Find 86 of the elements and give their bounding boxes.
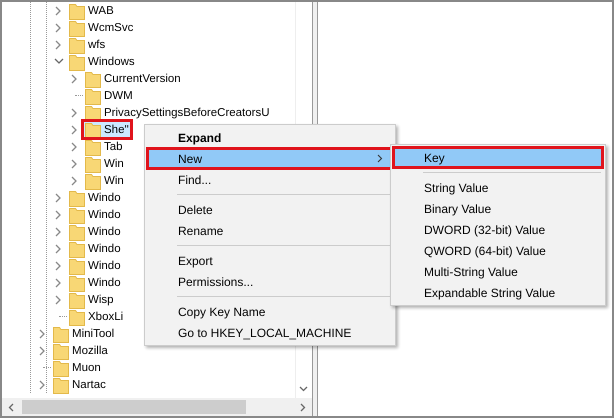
tree-item[interactable]: DWM [83, 87, 135, 104]
folder-icon [85, 154, 101, 172]
menu-item[interactable]: Multi-String Value [393, 261, 603, 282]
menu-item[interactable]: Binary Value [393, 198, 603, 219]
tree-item[interactable]: Win [83, 172, 126, 189]
scroll-left-icon[interactable] [8, 402, 14, 412]
chevron-right-icon[interactable] [55, 294, 62, 304]
menu-item[interactable]: Delete [147, 199, 393, 220]
tree-item[interactable]: Tab [83, 138, 125, 155]
tree-item[interactable]: She'' [83, 121, 131, 138]
chevron-right-icon[interactable] [55, 192, 62, 202]
menu-item[interactable]: Export [147, 250, 393, 271]
menu-item[interactable]: Permissions... [147, 271, 393, 292]
chevron-right-icon[interactable] [55, 40, 62, 50]
folder-icon [69, 256, 85, 274]
chevron-right-icon[interactable] [55, 22, 62, 32]
menu-item[interactable]: Key [393, 147, 603, 168]
menu-item[interactable]: Go to HKEY_LOCAL_MACHINE [147, 322, 393, 343]
tree-item[interactable]: XboxLi [67, 308, 126, 325]
menu-item[interactable]: Expandable String Value [393, 282, 603, 303]
folder-icon [85, 70, 101, 88]
tree-item[interactable]: Muon [51, 359, 103, 376]
menu-item[interactable]: DWORD (32-bit) Value [393, 219, 603, 240]
chevron-right-icon[interactable] [71, 142, 78, 152]
chevron-right-icon [377, 154, 383, 163]
folder-icon [69, 188, 85, 206]
folder-icon [85, 172, 101, 190]
chevron-right-icon[interactable] [55, 244, 62, 254]
chevron-down-icon[interactable] [54, 58, 64, 65]
folder-icon [69, 36, 85, 54]
folder-icon [69, 206, 85, 224]
menu-item[interactable]: Rename [147, 220, 393, 241]
folder-icon [69, 52, 85, 70]
chevron-right-icon[interactable] [39, 380, 46, 390]
folder-icon [53, 358, 69, 376]
tree-item[interactable]: Windo [67, 189, 123, 206]
chevron-right-icon[interactable] [71, 124, 78, 134]
tree-item[interactable]: Windo [67, 257, 123, 274]
tree-item[interactable]: Win [83, 155, 126, 172]
folder-icon [69, 2, 85, 20]
menu-item[interactable]: Expand [147, 127, 393, 148]
tree-item[interactable]: Windo [67, 206, 123, 223]
scroll-right-icon[interactable] [300, 402, 306, 412]
folder-icon [69, 290, 85, 308]
chevron-right-icon[interactable] [55, 278, 62, 288]
tree-item[interactable]: CurrentVersion [83, 70, 183, 87]
chevron-right-icon[interactable] [55, 260, 62, 270]
folder-icon [69, 308, 85, 326]
tree-item[interactable]: Windo [67, 223, 123, 240]
folder-icon [53, 376, 69, 394]
menu-item[interactable]: Find... [147, 169, 393, 190]
chevron-right-icon[interactable] [39, 346, 46, 356]
tree-item[interactable]: Mozilla [51, 342, 110, 359]
scroll-down-icon[interactable] [299, 386, 308, 392]
folder-icon [53, 342, 69, 360]
chevron-right-icon[interactable] [55, 226, 62, 236]
chevron-right-icon[interactable] [71, 158, 78, 168]
folder-icon [69, 240, 85, 258]
tree-item[interactable]: WAB [67, 2, 116, 19]
folder-icon [85, 120, 101, 138]
tree-item[interactable]: Windo [67, 240, 123, 257]
menu-item[interactable]: QWORD (64-bit) Value [393, 240, 603, 261]
chevron-right-icon[interactable] [55, 6, 62, 16]
chevron-right-icon[interactable] [55, 210, 62, 220]
folder-icon [53, 324, 69, 342]
chevron-right-icon[interactable] [39, 328, 46, 338]
chevron-right-icon[interactable] [71, 108, 78, 118]
tree-item[interactable]: Wisp [67, 291, 116, 308]
folder-icon [85, 86, 101, 104]
menu-item[interactable]: String Value [393, 177, 603, 198]
tree-item[interactable]: Windows [67, 53, 137, 70]
folder-icon [69, 274, 85, 292]
folder-icon [69, 18, 85, 36]
folder-icon [69, 222, 85, 240]
tree-item[interactable]: WcmSvc [67, 19, 136, 36]
menu-item[interactable]: Copy Key Name [147, 301, 393, 322]
tree-item[interactable]: MiniTool [51, 325, 116, 342]
tree-item[interactable]: Windo [67, 274, 123, 291]
tree-item[interactable]: wfs [67, 36, 108, 53]
horizontal-scrollbar[interactable] [2, 398, 312, 416]
scrollbar-thumb[interactable] [22, 400, 246, 414]
tree-item[interactable]: Nartac [51, 376, 108, 393]
chevron-right-icon[interactable] [71, 176, 78, 186]
folder-icon [85, 138, 101, 156]
chevron-right-icon[interactable] [71, 74, 78, 84]
menu-item[interactable]: New [147, 148, 393, 169]
